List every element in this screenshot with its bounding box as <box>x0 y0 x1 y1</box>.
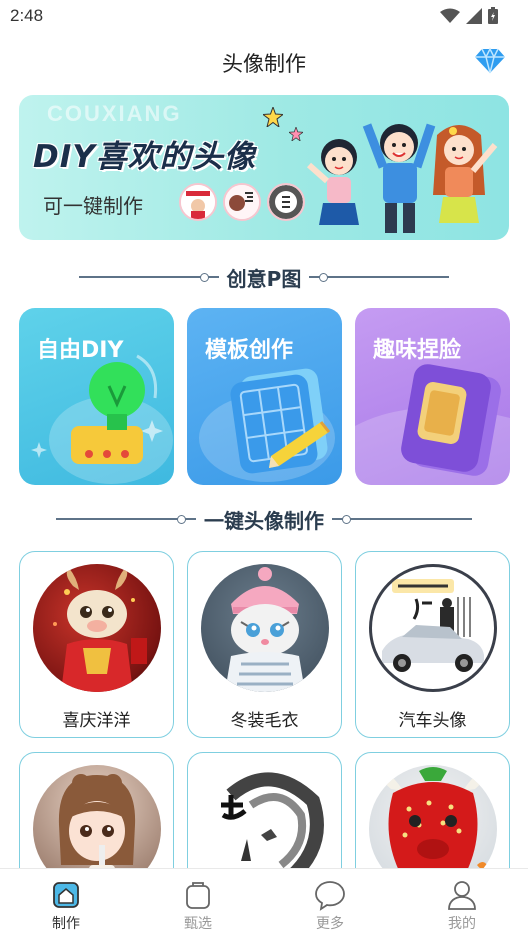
promo-banner[interactable]: COUXIANG DIY喜欢的头像 可一键制作 <box>19 95 509 240</box>
avatar-preview <box>201 564 329 692</box>
banner-title: DIY喜欢的头像 <box>33 139 256 175</box>
nav-label: 我的 <box>448 916 476 932</box>
wifi-icon <box>440 8 460 23</box>
avatar-name: 喜庆洋洋 <box>62 711 131 731</box>
tool-label: 模板创作 <box>205 338 294 363</box>
chat-bubble-icon <box>315 881 345 911</box>
status-bar: 2:48 <box>0 0 528 34</box>
oneclick-section-title: 一键头像制作 <box>0 504 528 534</box>
avatar-template-card[interactable]: 喜庆洋洋 <box>19 551 174 738</box>
sample-avatar-icon <box>179 183 217 221</box>
divider-line <box>56 515 196 524</box>
avatar-preview <box>33 564 161 692</box>
avatar-template-card[interactable]: 冬装毛衣 <box>187 551 342 738</box>
divider-line <box>332 515 472 524</box>
divider-line <box>78 273 219 282</box>
nav-more[interactable]: 更多 <box>264 869 396 939</box>
status-icons <box>440 7 498 24</box>
banner-sample-avatars <box>179 183 305 221</box>
diamond-icon[interactable] <box>474 44 506 76</box>
home-icon <box>53 882 79 908</box>
nav-label: 甄选 <box>184 916 212 932</box>
tool-card-free-diy[interactable]: 自由DIY <box>19 308 174 485</box>
tool-card-template[interactable]: 模板创作 <box>187 308 342 485</box>
signal-icon <box>466 7 482 24</box>
creative-section-title: 创意P图 <box>0 262 528 292</box>
avatar-template-card[interactable]: 汽车头像 <box>355 551 510 738</box>
bottom-nav: 制作 甄选 更多 我的 <box>0 868 528 939</box>
star-icon <box>263 107 283 127</box>
banner-subtitle: 可一键制作 <box>43 194 143 218</box>
user-icon <box>448 881 476 910</box>
nav-make[interactable]: 制作 <box>0 869 132 939</box>
section-label: 一键头像制作 <box>204 508 324 533</box>
status-time: 2:48 <box>10 6 44 25</box>
avatar-name: 汽车头像 <box>398 711 467 731</box>
tool-label: 趣味捏脸 <box>373 338 462 363</box>
banner-bg-text: COUXIANG <box>47 101 182 126</box>
sample-avatar-icon <box>223 183 261 221</box>
app-header: 头像制作 <box>0 40 528 84</box>
nav-select[interactable]: 甄选 <box>132 869 264 939</box>
nav-label: 制作 <box>52 916 80 932</box>
tool-card-face[interactable]: 趣味捏脸 <box>355 308 510 485</box>
nav-mine[interactable]: 我的 <box>396 869 528 939</box>
divider-line <box>309 273 450 282</box>
avatar-preview <box>369 564 497 692</box>
page-title: 头像制作 <box>222 52 306 76</box>
kids-illustration <box>307 123 498 233</box>
section-label: 创意P图 <box>226 266 302 291</box>
nav-label: 更多 <box>316 916 344 932</box>
bag-icon <box>186 882 210 909</box>
battery-icon <box>488 7 498 24</box>
avatar-name: 冬装毛衣 <box>230 711 299 731</box>
tool-label: 自由DIY <box>37 338 124 363</box>
